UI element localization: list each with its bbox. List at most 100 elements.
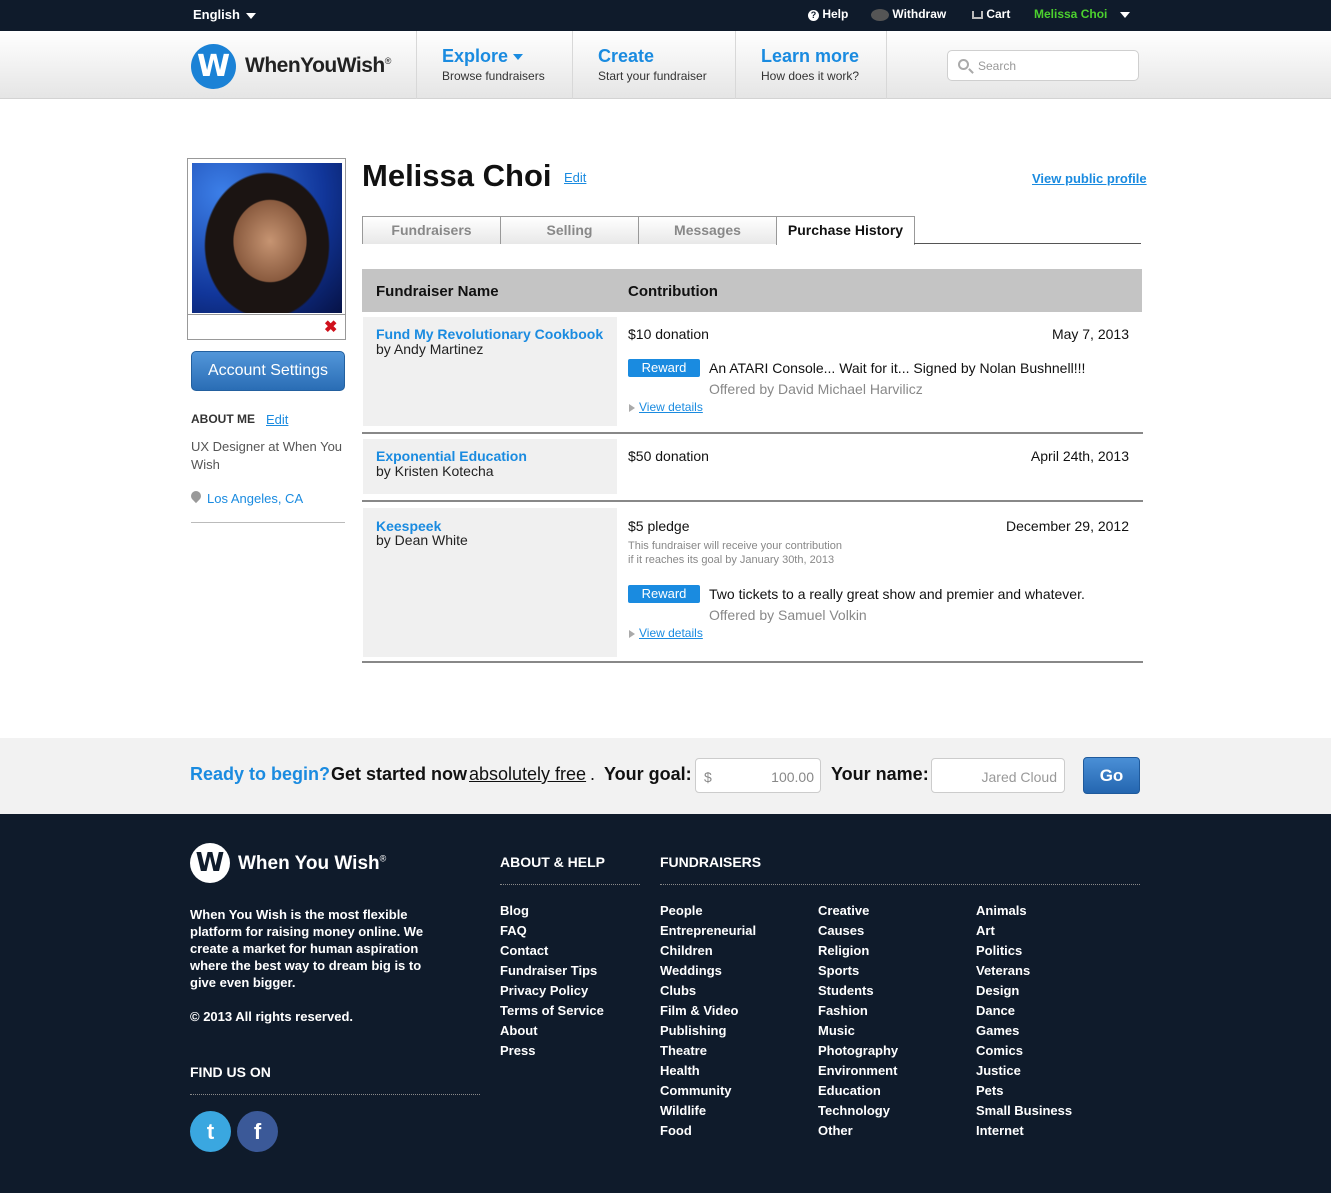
category-link[interactable]: Community <box>660 1082 756 1102</box>
category-link[interactable]: Justice <box>976 1062 1072 1082</box>
facebook-icon[interactable]: f <box>237 1111 278 1152</box>
category-link[interactable]: Art <box>976 922 1072 942</box>
footer-link[interactable]: Fundraiser Tips <box>500 962 604 982</box>
column-header-fundraiser: Fundraiser Name <box>376 283 499 300</box>
piggy-bank-icon <box>871 8 889 21</box>
category-link[interactable]: Fashion <box>818 1002 898 1022</box>
category-link[interactable]: Games <box>976 1022 1072 1042</box>
view-details-link[interactable]: View details <box>639 626 703 640</box>
category-link[interactable]: Education <box>818 1082 898 1102</box>
user-menu[interactable]: Melissa Choi <box>1034 7 1107 21</box>
category-link[interactable]: Entrepreneurial <box>660 922 756 942</box>
tab-fundraisers[interactable]: Fundraisers <box>362 216 501 244</box>
goal-value: 100.00 <box>771 769 814 785</box>
category-link[interactable]: Food <box>660 1122 756 1142</box>
footer-link[interactable]: FAQ <box>500 922 604 942</box>
divider <box>190 1094 480 1095</box>
divider <box>500 884 640 885</box>
footer-logo-icon[interactable]: W <box>190 843 230 883</box>
category-link[interactable]: Theatre <box>660 1042 756 1062</box>
category-link[interactable]: Design <box>976 982 1072 1002</box>
twitter-icon[interactable]: t <box>190 1111 231 1152</box>
logo-text[interactable]: WhenYouWish® <box>245 54 391 78</box>
user-menu-chevron-icon[interactable] <box>1120 12 1130 26</box>
category-link[interactable]: Sports <box>818 962 898 982</box>
category-link[interactable]: Environment <box>818 1062 898 1082</box>
category-link[interactable]: Small Business <box>976 1102 1072 1122</box>
nav-divider <box>572 31 573 99</box>
category-link[interactable]: Pets <box>976 1082 1072 1102</box>
footer-link[interactable]: Privacy Policy <box>500 982 604 1002</box>
category-link[interactable]: Music <box>818 1022 898 1042</box>
category-link[interactable]: Causes <box>818 922 898 942</box>
category-link[interactable]: Creative <box>818 902 898 922</box>
divider <box>188 314 345 315</box>
footer-description: When You Wish is the most flexible platf… <box>190 907 424 990</box>
category-link[interactable]: Technology <box>818 1102 898 1122</box>
view-public-profile-link[interactable]: View public profile <box>1032 171 1147 186</box>
about-edit-link[interactable]: Edit <box>266 412 288 427</box>
category-link[interactable]: Veterans <box>976 962 1072 982</box>
name-input[interactable]: Jared Cloud <box>931 758 1065 793</box>
fundraiser-link[interactable]: Exponential Education <box>376 448 527 464</box>
category-link[interactable]: Wildlife <box>660 1102 756 1122</box>
reward-badge: Reward <box>628 585 700 603</box>
contribution-amount: $5 pledge <box>628 518 690 534</box>
category-link[interactable]: Animals <box>976 902 1072 922</box>
category-link[interactable]: Dance <box>976 1002 1072 1022</box>
category-link[interactable]: Film & Video <box>660 1002 756 1022</box>
fundraiser-category-links: Animals Art Politics Veterans Design Dan… <box>976 902 1072 1142</box>
footer-logo-text[interactable]: When You Wish® <box>238 853 386 875</box>
category-link[interactable]: Clubs <box>660 982 756 1002</box>
nav-learn-more[interactable]: Learn more How does it work? <box>761 46 859 83</box>
profile-photo-frame: ✖ <box>187 158 346 340</box>
footer-link[interactable]: Terms of Service <box>500 1002 604 1022</box>
reward-badge: Reward <box>628 359 700 377</box>
go-button[interactable]: Go <box>1083 757 1140 794</box>
category-link[interactable]: Comics <box>976 1042 1072 1062</box>
tab-messages[interactable]: Messages <box>638 216 777 244</box>
goal-input[interactable]: $ 100.00 <box>695 758 821 793</box>
pledge-note: This fundraiser will receive your contri… <box>628 540 842 552</box>
category-link[interactable]: Children <box>660 942 756 962</box>
category-link[interactable]: Students <box>818 982 898 1002</box>
category-link[interactable]: Politics <box>976 942 1072 962</box>
logo-icon[interactable]: W <box>191 44 236 89</box>
category-link[interactable]: Other <box>818 1122 898 1142</box>
tab-purchase-history[interactable]: Purchase History <box>776 216 915 245</box>
category-link[interactable]: Publishing <box>660 1022 756 1042</box>
category-link[interactable]: People <box>660 902 756 922</box>
footer-link[interactable]: Blog <box>500 902 604 922</box>
account-settings-button[interactable]: Account Settings <box>191 351 345 391</box>
footer-link[interactable]: Contact <box>500 942 604 962</box>
search-input[interactable]: Search <box>947 50 1139 81</box>
delete-photo-icon[interactable]: ✖ <box>324 317 337 337</box>
category-link[interactable]: Internet <box>976 1122 1072 1142</box>
contribution-date: December 29, 2012 <box>1006 518 1129 534</box>
category-link[interactable]: Health <box>660 1062 756 1082</box>
cart-icon <box>972 10 983 19</box>
nav-create[interactable]: Create Start your fundraiser <box>598 46 707 83</box>
withdraw-link[interactable]: Withdraw <box>871 7 946 21</box>
about-me-heading: ABOUT ME <box>191 412 255 426</box>
footer-link[interactable]: Press <box>500 1042 604 1062</box>
nav-divider <box>735 31 736 99</box>
category-link[interactable]: Religion <box>818 942 898 962</box>
footer-link[interactable]: About <box>500 1022 604 1042</box>
location-link[interactable]: Los Angeles, CA <box>207 491 303 506</box>
fundraiser-link[interactable]: Fund My Revolutionary Cookbook <box>376 326 603 342</box>
view-details-link[interactable]: View details <box>639 400 703 414</box>
edit-name-link[interactable]: Edit <box>564 170 586 185</box>
help-link[interactable]: ? Help <box>808 7 848 21</box>
category-link[interactable]: Weddings <box>660 962 756 982</box>
fundraiser-category-links: Creative Causes Religion Sports Students… <box>818 902 898 1142</box>
category-link[interactable]: Photography <box>818 1042 898 1062</box>
language-selector[interactable]: English <box>193 7 256 22</box>
tab-selling[interactable]: Selling <box>500 216 639 244</box>
cta-free-link[interactable]: absolutely free <box>469 764 586 785</box>
contribution-date: May 7, 2013 <box>1051 326 1129 342</box>
search-icon <box>958 59 969 70</box>
cart-link[interactable]: Cart <box>972 7 1010 21</box>
nav-explore[interactable]: Explore Browse fundraisers <box>442 46 545 83</box>
profile-photo[interactable] <box>192 163 342 313</box>
